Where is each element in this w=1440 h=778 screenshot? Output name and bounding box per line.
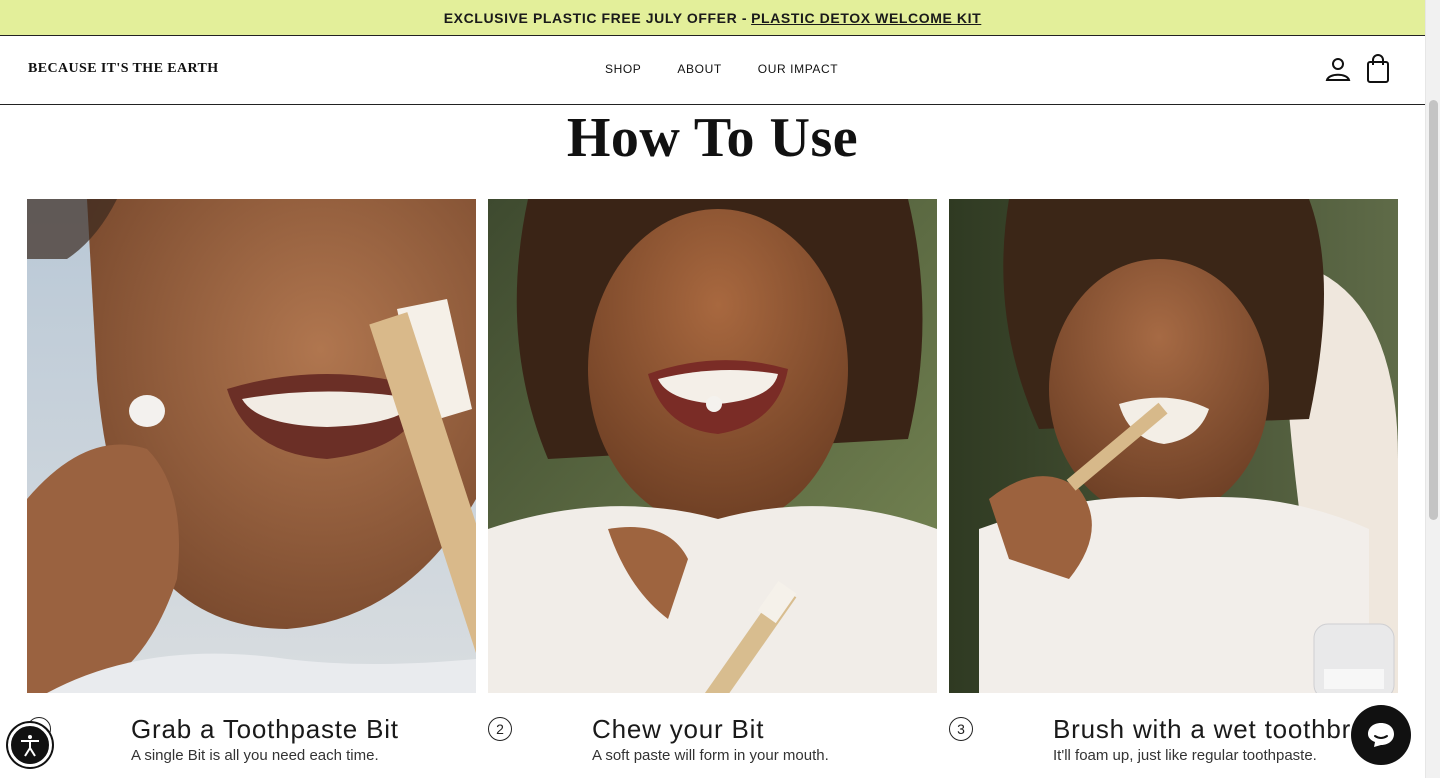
announcement-text: EXCLUSIVE PLASTIC FREE JULY OFFER - xyxy=(443,9,748,26)
site-header: BECAUSE IT'S THE EARTH SHOP ABOUT OUR IM… xyxy=(0,36,1425,105)
step-2-image xyxy=(488,199,937,693)
nav-about[interactable]: ABOUT xyxy=(677,62,721,76)
step-3-number: 3 xyxy=(949,717,973,741)
step-3-image xyxy=(949,199,1398,693)
step-1-title: Grab a Toothpaste Bit xyxy=(131,714,399,744)
step-2-title: Chew your Bit xyxy=(592,714,765,744)
step-2-number: 2 xyxy=(488,717,512,741)
accessibility-icon xyxy=(21,735,39,757)
step-3-title: Brush with a wet toothbrush xyxy=(1053,714,1396,744)
step-2-description: A soft paste will form in your mouth. xyxy=(592,747,829,764)
brand-logo[interactable]: BECAUSE IT'S THE EARTH xyxy=(28,61,219,77)
step-3-description: It'll foam up, just like regular toothpa… xyxy=(1053,747,1317,764)
section-title: How To Use xyxy=(566,107,859,169)
announcement-bar: EXCLUSIVE PLASTIC FREE JULY OFFER - PLAS… xyxy=(0,0,1425,36)
user-icon[interactable] xyxy=(1324,54,1352,84)
step-1-image xyxy=(27,199,476,693)
shopping-bag-icon[interactable] xyxy=(1364,54,1392,84)
scrollbar-thumb[interactable] xyxy=(1429,100,1438,520)
chat-icon xyxy=(1368,723,1394,747)
step-1-description: A single Bit is all you need each time. xyxy=(131,747,379,764)
accessibility-button[interactable] xyxy=(8,723,52,767)
nav-our-impact[interactable]: OUR IMPACT xyxy=(758,62,838,76)
page: EXCLUSIVE PLASTIC FREE JULY OFFER - PLAS… xyxy=(0,0,1440,778)
main-nav: SHOP ABOUT OUR IMPACT xyxy=(605,62,838,76)
nav-shop[interactable]: SHOP xyxy=(605,62,641,76)
announcement-link[interactable]: PLASTIC DETOX WELCOME KIT xyxy=(751,10,981,26)
chat-button[interactable] xyxy=(1351,705,1411,765)
page-scrollbar[interactable] xyxy=(1425,0,1440,778)
